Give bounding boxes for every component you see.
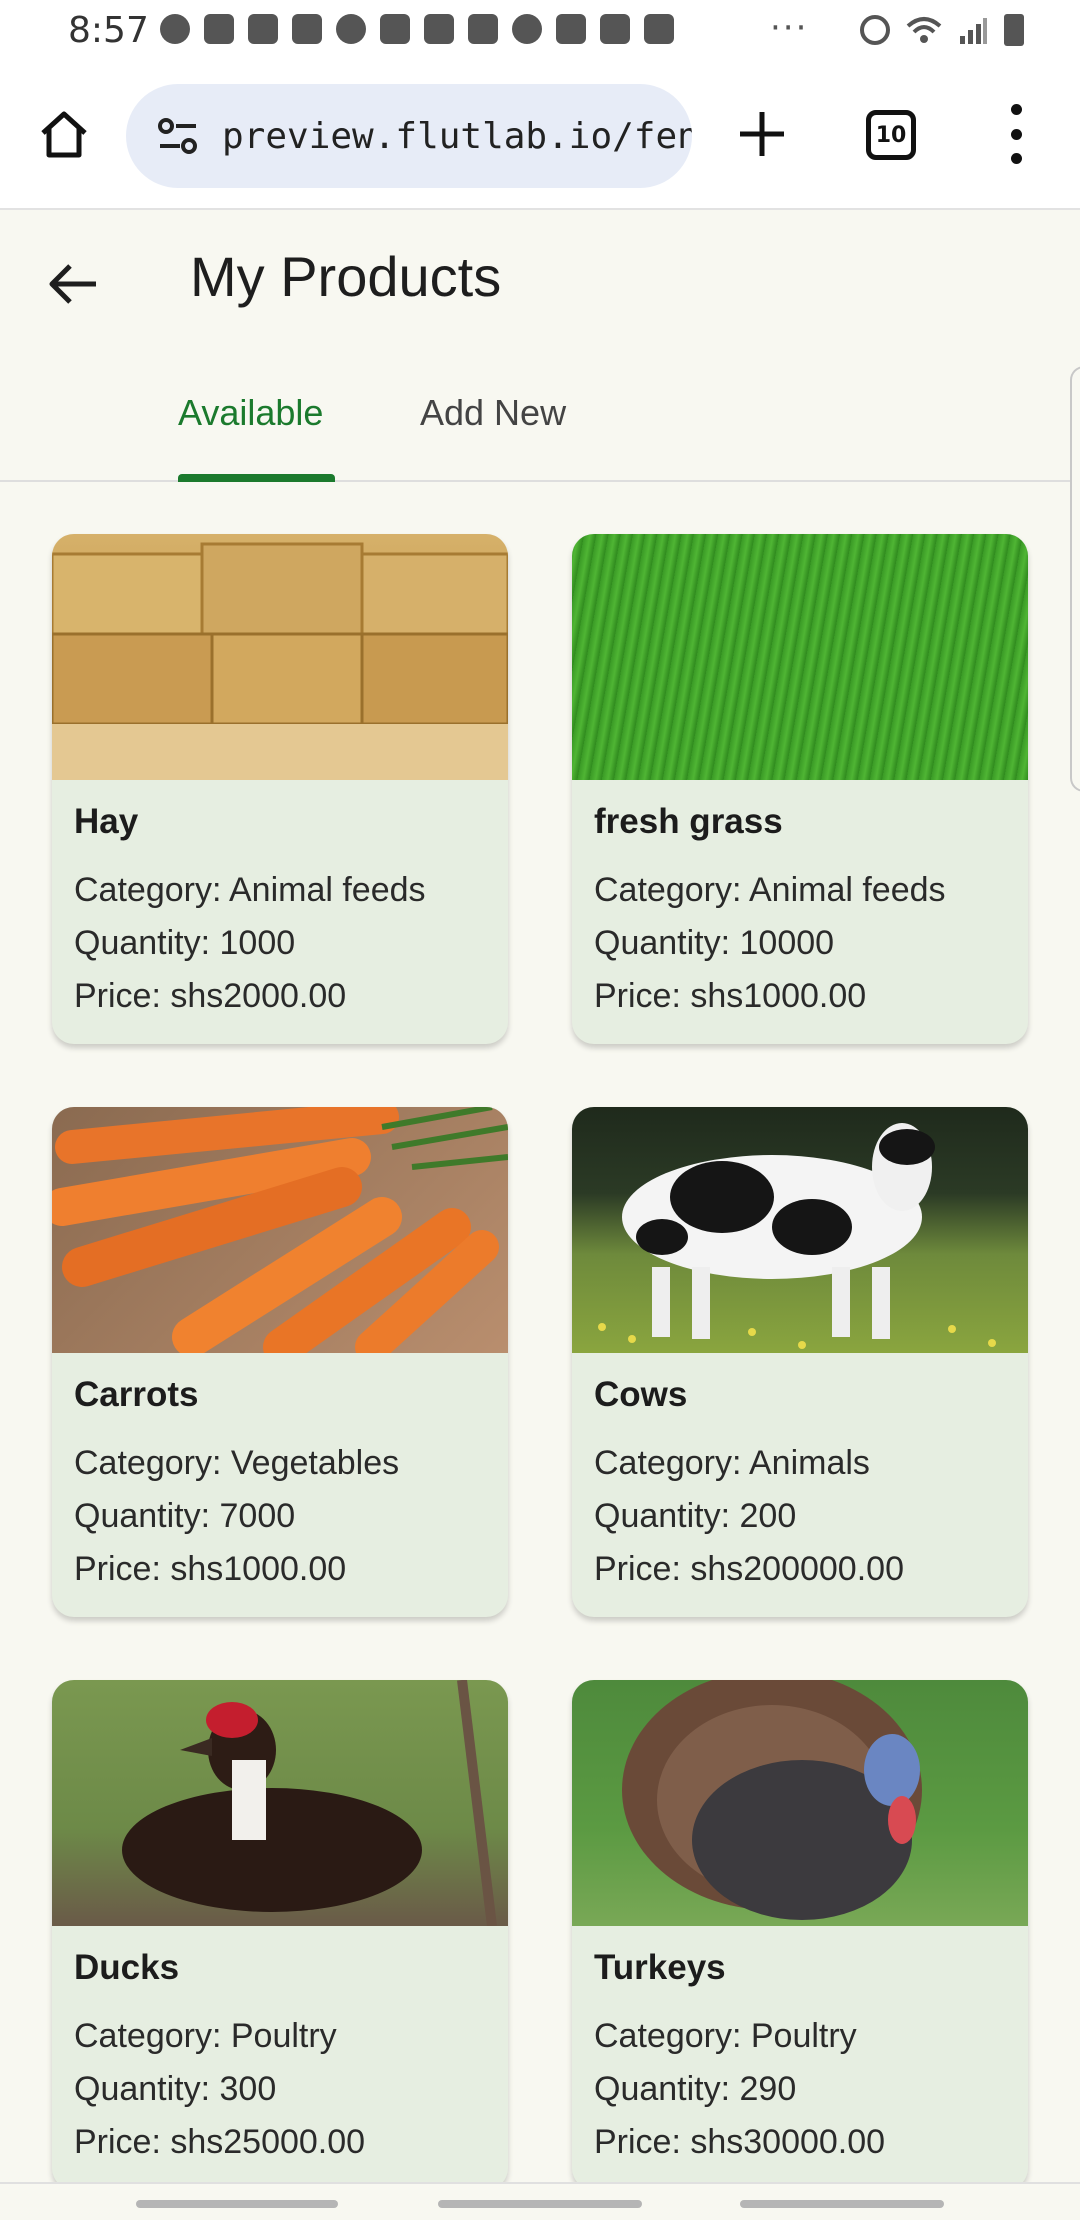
url-text[interactable]: preview.flutlab.io/feni_ — [222, 116, 692, 157]
product-price: Price: shs1000.00 — [74, 1550, 347, 1588]
product-category: Category: Vegetables — [74, 1444, 400, 1482]
product-category: Category: Animal feeds — [594, 871, 946, 909]
tab-count: 10 — [875, 122, 907, 148]
product-name: Carrots — [74, 1375, 199, 1414]
product-price: Price: shs1000.00 — [594, 977, 867, 1015]
tab-indicator — [178, 474, 335, 482]
turkey-image — [572, 1680, 1028, 1926]
menu-dot — [1010, 104, 1022, 115]
signal-icon — [960, 18, 987, 44]
nav-back-indicator[interactable] — [740, 2200, 944, 2208]
product-card[interactable]: Turkeys Category: Poultry Quantity: 290 … — [572, 1680, 1028, 2190]
more-notifications-icon: ··· — [770, 8, 809, 48]
product-quantity: Quantity: 7000 — [74, 1497, 296, 1535]
product-quantity: Quantity: 200 — [594, 1497, 797, 1535]
duck-image — [52, 1680, 508, 1926]
site-settings-icon[interactable] — [156, 114, 200, 158]
product-name: fresh grass — [594, 802, 783, 841]
telegram-icon — [204, 14, 234, 44]
edge-panel-handle[interactable] — [1070, 366, 1080, 792]
product-price: Price: shs2000.00 — [74, 977, 347, 1015]
product-name: Ducks — [74, 1948, 180, 1987]
tab-bar: Available Add New — [0, 352, 1080, 482]
menu-dot — [1010, 128, 1022, 140]
facebook-app-icon — [644, 14, 674, 44]
product-category: Category: Animal feeds — [74, 871, 426, 909]
grass-field-image — [572, 534, 1028, 780]
facebook-app-icon — [424, 14, 454, 44]
product-quantity: Quantity: 290 — [594, 2070, 797, 2108]
browser-menu-button[interactable] — [994, 104, 1038, 164]
product-category: Category: Animals — [594, 1444, 870, 1482]
facebook-app-icon — [468, 14, 498, 44]
tab-switcher-button[interactable]: 10 — [866, 110, 916, 160]
product-card[interactable]: Cows Category: Animals Quantity: 200 Pri… — [572, 1107, 1028, 1617]
product-card[interactable]: Hay Category: Animal feeds Quantity: 100… — [52, 534, 508, 1044]
facebook-icon — [512, 14, 542, 44]
tab-available[interactable]: Available — [178, 392, 323, 434]
status-bar: 8:57 ··· — [0, 0, 1080, 64]
product-card[interactable]: Carrots Category: Vegetables Quantity: 7… — [52, 1107, 508, 1617]
product-card[interactable]: fresh grass Category: Animal feeds Quant… — [572, 534, 1028, 1044]
product-name: Hay — [74, 802, 139, 841]
wifi-icon — [906, 17, 942, 43]
add-contact-icon — [248, 14, 278, 44]
home-icon — [41, 111, 87, 158]
product-price: Price: shs30000.00 — [594, 2123, 886, 2161]
notification-b-icon — [160, 14, 190, 44]
hay-bales-image — [52, 534, 508, 780]
browser-toolbar: preview.flutlab.io/feni_ 10 — [0, 64, 1080, 210]
product-quantity: Quantity: 300 — [74, 2070, 277, 2108]
facebook-icon — [336, 14, 366, 44]
nav-home-indicator[interactable] — [438, 2200, 642, 2208]
product-name: Turkeys — [594, 1948, 726, 1987]
cow-image — [572, 1107, 1028, 1353]
home-button[interactable] — [34, 104, 94, 164]
status-time: 8:57 — [68, 10, 149, 51]
back-arrow-icon[interactable] — [40, 254, 110, 314]
facebook-app-icon — [556, 14, 586, 44]
carrots-image — [52, 1107, 508, 1353]
product-category: Category: Poultry — [594, 2017, 857, 2055]
alarm-icon — [860, 15, 890, 45]
tab-add-new[interactable]: Add New — [420, 392, 566, 434]
messenger-icon — [600, 14, 630, 44]
product-name: Cows — [594, 1375, 688, 1414]
product-quantity: Quantity: 1000 — [74, 924, 296, 962]
system-icons — [860, 14, 1024, 46]
product-price: Price: shs25000.00 — [74, 2123, 366, 2161]
product-grid: Hay Category: Animal feeds Quantity: 100… — [52, 534, 1030, 2190]
system-nav-bar — [0, 2182, 1080, 2220]
app-bar: My Products — [0, 212, 1080, 352]
nav-recents-indicator[interactable] — [136, 2200, 338, 2208]
add-contact-icon — [292, 14, 322, 44]
notification-icons — [160, 14, 674, 44]
battery-icon — [1004, 14, 1024, 46]
new-tab-button[interactable] — [734, 106, 790, 162]
address-bar[interactable]: preview.flutlab.io/feni_ — [126, 84, 692, 188]
product-quantity: Quantity: 10000 — [594, 924, 835, 962]
product-category: Category: Poultry — [74, 2017, 337, 2055]
product-card[interactable]: Ducks Category: Poultry Quantity: 300 Pr… — [52, 1680, 508, 2190]
product-price: Price: shs200000.00 — [594, 1550, 904, 1588]
facebook-app-icon — [380, 14, 410, 44]
page-title: My Products — [190, 245, 502, 308]
menu-dot — [1010, 153, 1022, 164]
